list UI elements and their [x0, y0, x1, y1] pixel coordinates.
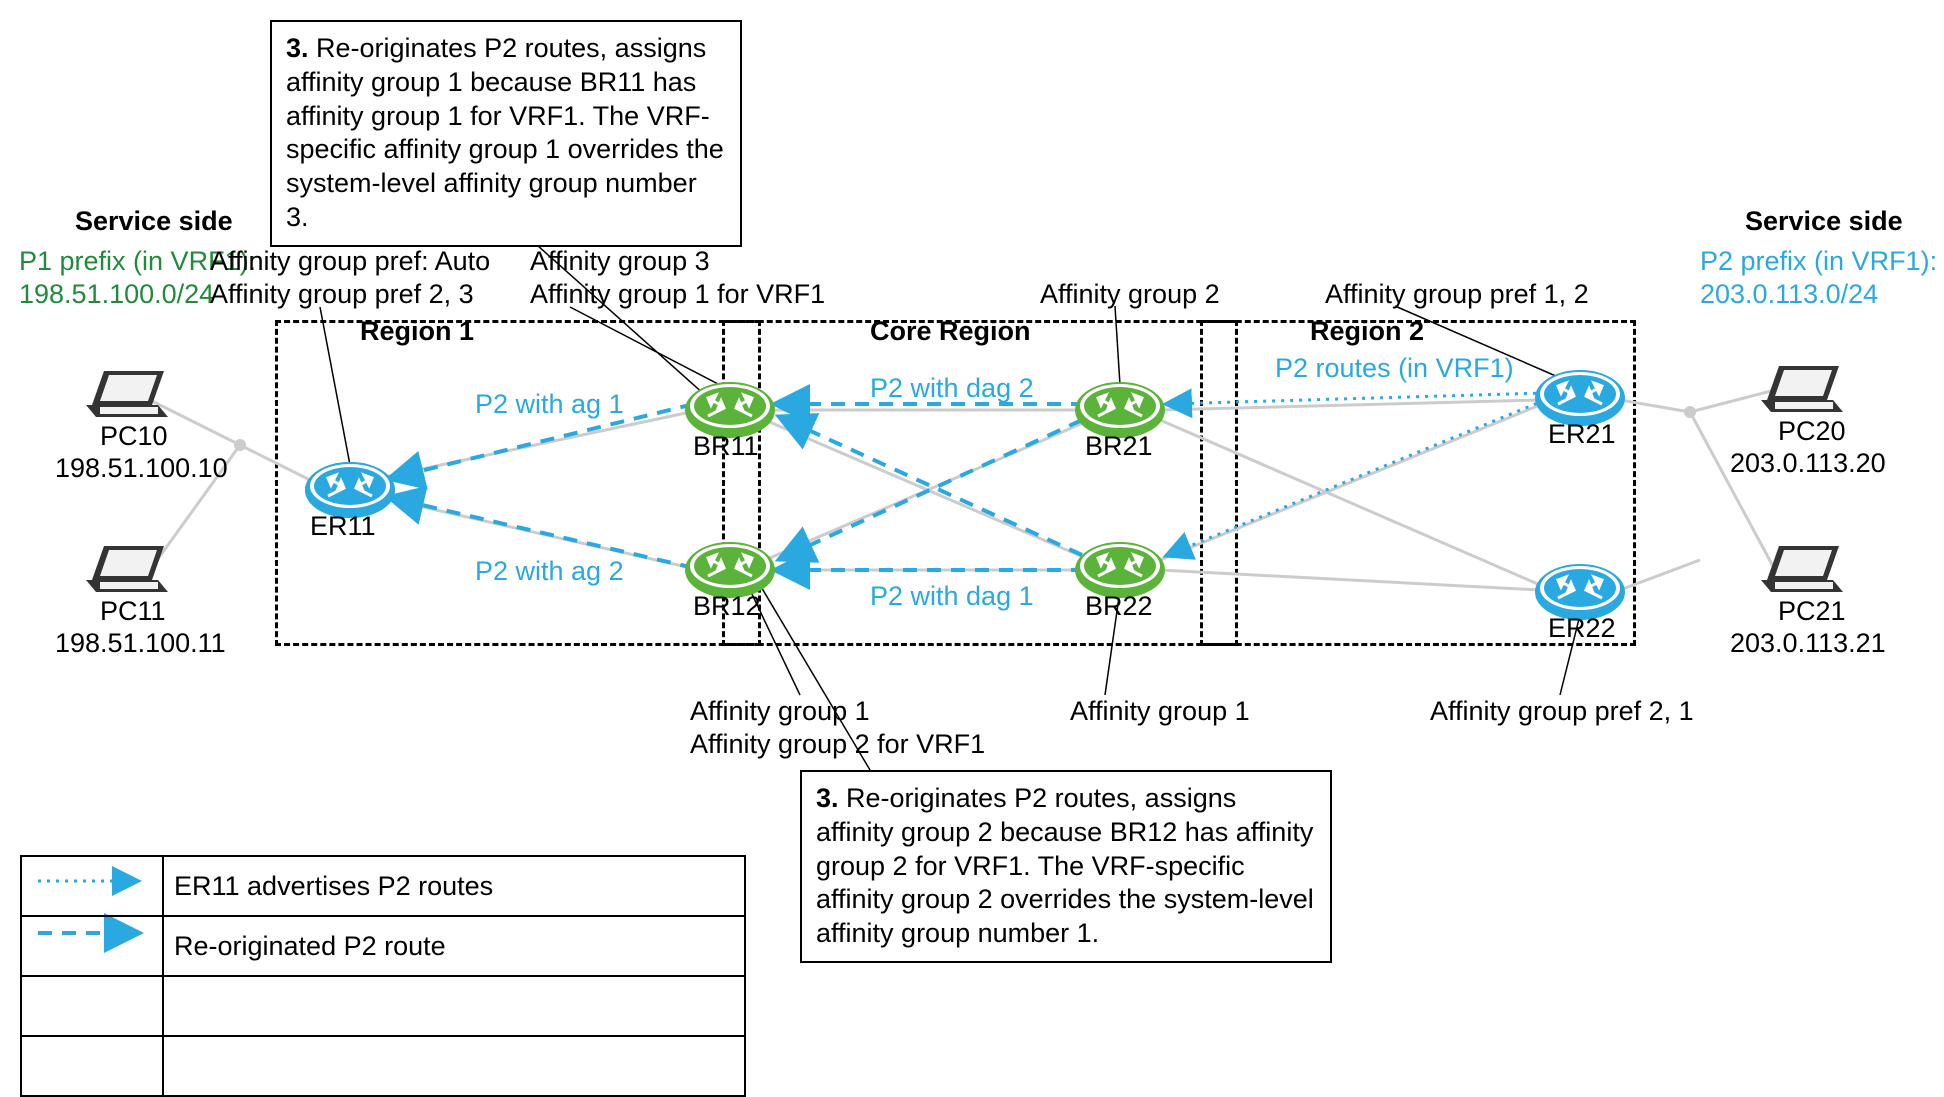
p2-dag1-label: P2 with dag 1	[870, 580, 1034, 612]
er21-label: ER21	[1548, 418, 1616, 450]
pc20-name: PC20	[1778, 415, 1846, 447]
callout-bottom-text: Re-originates P2 routes, assigns affinit…	[816, 783, 1314, 948]
br21-affinity: Affinity group 2	[1040, 278, 1220, 310]
pc21-name: PC21	[1778, 595, 1846, 627]
pc20-icon	[1761, 366, 1843, 412]
er11-affinity-2: Affinity group pref 2, 3	[210, 278, 474, 310]
br12-affinity-1: Affinity group 1	[690, 695, 870, 727]
callout-top-text: Re-originates P2 routes, assigns affinit…	[286, 33, 724, 232]
br21-label: BR21	[1085, 430, 1153, 462]
region2-label: Region 2	[1310, 315, 1424, 347]
br12-label: BR12	[693, 590, 761, 622]
legend-row-2: Re-originated P2 route	[21, 916, 745, 976]
legend-row2-text: Re-originated P2 route	[163, 916, 745, 976]
p1-prefix-line2: 198.51.100.0/24	[19, 278, 214, 310]
p2-ag1-label: P2 with ag 1	[475, 388, 624, 420]
pc10-name: PC10	[100, 420, 168, 452]
region1-label: Region 1	[360, 315, 474, 347]
p2-ag2-label: P2 with ag 2	[475, 555, 624, 587]
legend-table: ER11 advertises P2 routes Re-originated …	[20, 855, 746, 1097]
br12-affinity-2: Affinity group 2 for VRF1	[690, 728, 985, 760]
pc21-icon	[1761, 546, 1843, 592]
service-side-right: Service side	[1745, 205, 1903, 237]
callout-bottom-lead: 3.	[816, 783, 839, 813]
er22-label: ER22	[1548, 612, 1616, 644]
er22-affinity: Affinity group pref 2, 1	[1430, 695, 1694, 727]
callout-top: 3. Re-originates P2 routes, assigns affi…	[270, 20, 742, 247]
pc20-ip: 203.0.113.20	[1730, 447, 1886, 479]
p2-routes-vrf1-label: P2 routes (in VRF1)	[1275, 352, 1514, 384]
callout-top-lead: 3.	[286, 33, 309, 63]
pc10-ip: 198.51.100.10	[55, 452, 228, 484]
legend-dotted-icon	[21, 856, 163, 916]
p2-dag2-label: P2 with dag 2	[870, 372, 1034, 404]
callout-bottom: 3. Re-originates P2 routes, assigns affi…	[800, 770, 1332, 963]
pc10-icon	[86, 371, 168, 417]
legend-row1-text: ER11 advertises P2 routes	[163, 856, 745, 916]
legend-row-4	[21, 1036, 745, 1096]
legend-row-3	[21, 976, 745, 1036]
br11-label: BR11	[693, 430, 759, 462]
p2-prefix-line1: P2 prefix (in VRF1):	[1700, 245, 1937, 277]
core-region-label: Core Region	[870, 315, 1031, 347]
pc11-name: PC11	[100, 595, 166, 627]
p2-prefix-line2: 203.0.113.0/24	[1700, 278, 1878, 310]
pc21-ip: 203.0.113.21	[1730, 627, 1886, 659]
br22-label: BR22	[1085, 590, 1153, 622]
br22-affinity: Affinity group 1	[1070, 695, 1250, 727]
br11-affinity-2: Affinity group 1 for VRF1	[530, 278, 825, 310]
er11-affinity-1: Affinity group pref: Auto	[210, 245, 490, 277]
pc11-icon	[86, 546, 168, 592]
service-side-left: Service side	[75, 205, 233, 237]
er21-affinity: Affinity group pref 1, 2	[1325, 278, 1589, 310]
legend-dashed-icon	[21, 916, 163, 976]
er11-label: ER11	[310, 510, 376, 542]
br11-affinity-1: Affinity group 3	[530, 245, 710, 277]
pc11-ip: 198.51.100.11	[55, 627, 226, 659]
legend-row-1: ER11 advertises P2 routes	[21, 856, 745, 916]
